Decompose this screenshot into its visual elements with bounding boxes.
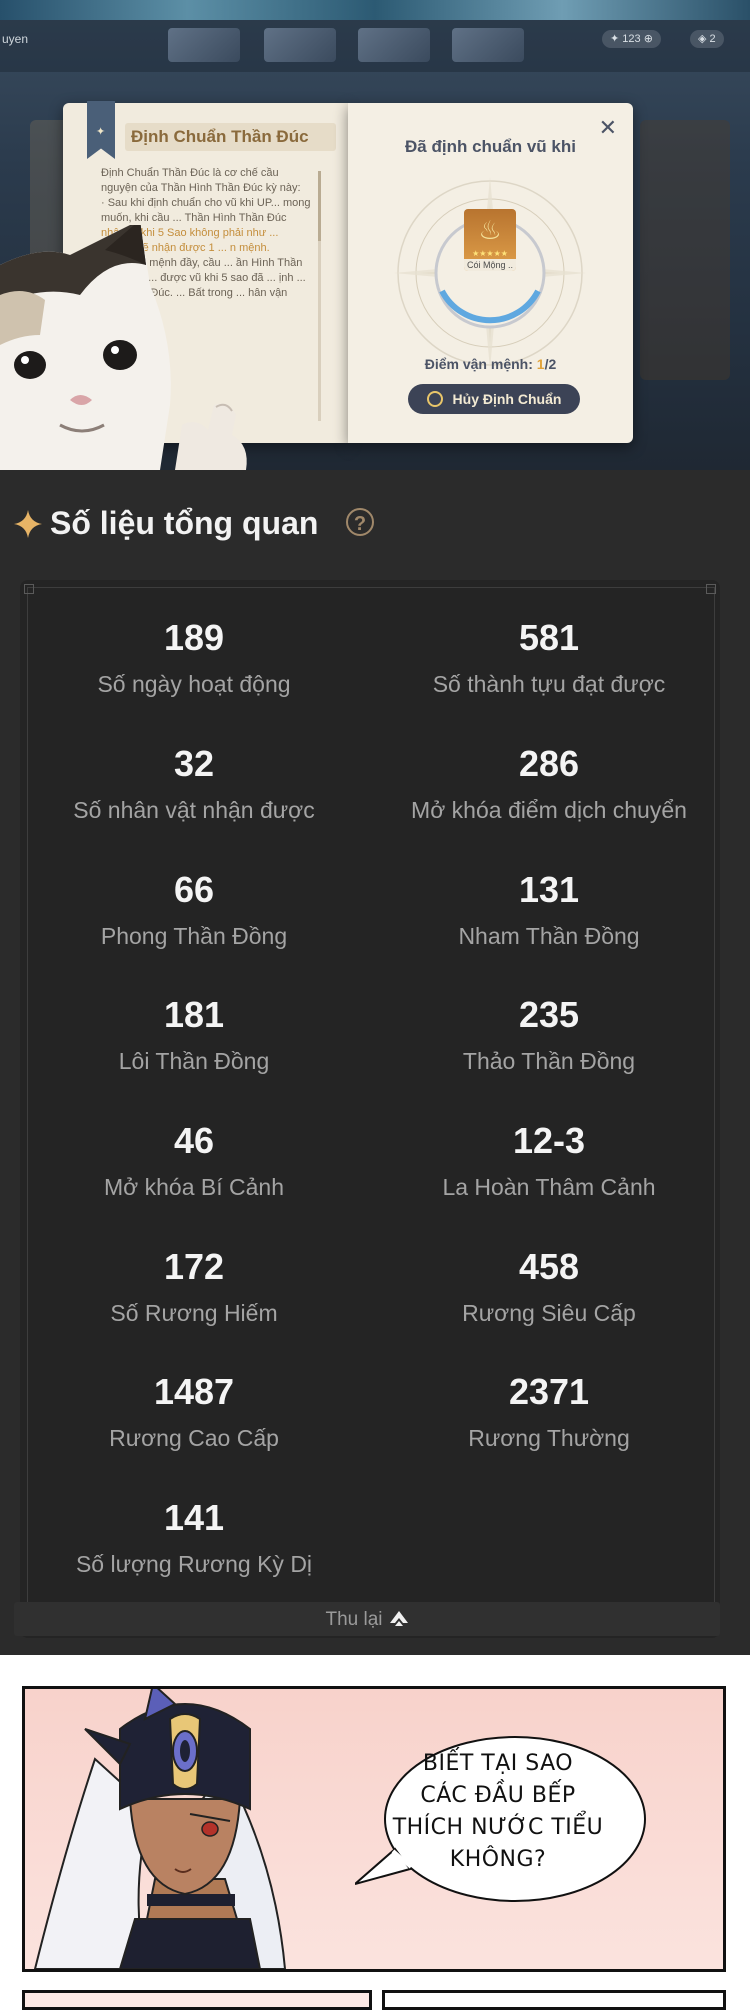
stat-item: 172 Số Rương Hiếm: [14, 1246, 374, 1328]
stat-value: 235: [518, 994, 580, 1035]
stat-value: 286: [518, 743, 580, 784]
character-thumb[interactable]: [168, 28, 240, 62]
stat-value: 141: [163, 1497, 225, 1538]
cancel-epitomize-button[interactable]: Hủy Định Chuẩn: [408, 384, 580, 414]
stat-item: 141 Số lượng Rương Kỳ Dị: [14, 1497, 374, 1579]
collapse-label: Thu lại: [325, 1609, 383, 1630]
stat-label: Số lượng Rương Kỳ Dị: [75, 1551, 313, 1577]
stat-value: 189: [163, 617, 225, 658]
stat-item: 66 Phong Thần Đồng: [14, 869, 374, 951]
stat-item: 32 Số nhân vật nhận được: [14, 743, 374, 825]
stat-value: 12-3: [512, 1120, 586, 1161]
stat-item: 286 Mở khóa điểm dịch chuyển: [369, 743, 729, 825]
stat-label: Số Rương Hiếm: [110, 1300, 278, 1326]
section-title: Số liệu tổng quan: [50, 505, 319, 541]
top-strip: [0, 0, 750, 20]
stat-label: Nham Thần Đồng: [458, 923, 640, 949]
help-icon[interactable]: ?: [346, 508, 374, 536]
frame-corner: [706, 584, 716, 594]
background-banner: [640, 120, 730, 380]
stat-value: 172: [163, 1246, 225, 1287]
stat-value: 32: [173, 743, 215, 784]
topbar-text: uyen: [2, 32, 29, 46]
collapse-button[interactable]: Thu lại: [14, 1602, 720, 1636]
stat-label: Rương Thường: [468, 1425, 630, 1451]
stat-item: 235 Thảo Thần Đồng: [369, 994, 729, 1076]
weapon-name: Cói Mộng ..: [464, 259, 516, 271]
stat-label: Mở khóa điểm dịch chuyển: [411, 797, 687, 823]
stat-item: 581 Số thành tựu đạt được: [369, 617, 729, 699]
game-screenshot: uyen ✦ 123 ⊕ ◈ 2 ✦ Định Chuẩn Thần Đúc Đ…: [0, 0, 750, 470]
stat-label: Lôi Thần Đồng: [118, 1048, 270, 1074]
comic-panel: [22, 1990, 372, 2010]
stat-value: 581: [518, 617, 580, 658]
chevron-up-icon: [389, 1611, 408, 1626]
character-thumb[interactable]: [452, 28, 524, 62]
stat-label: Phong Thần Đồng: [100, 923, 288, 949]
stat-label: Mở khóa Bí Cảnh: [103, 1174, 284, 1200]
character-thumb[interactable]: [264, 28, 336, 62]
stat-value: 1487: [153, 1371, 235, 1412]
left-page-title: Định Chuẩn Thần Đúc: [125, 123, 336, 151]
stat-value: 46: [173, 1120, 215, 1161]
stat-item: 12-3 La Hoàn Thâm Cảnh: [369, 1120, 729, 1202]
crying-cat-thumbs-up-image: [0, 225, 247, 470]
weapon-card[interactable]: ♨ ★★★★★ Cói Mộng ..: [464, 209, 516, 271]
rarity-stars: ★★★★★: [472, 249, 508, 258]
speech-text: BIẾT TẠI SAO CÁC ĐẦU BẾP THÍCH NƯỚC TIỂU…: [392, 1751, 604, 1872]
stat-label: Số thành tựu đạt được: [432, 671, 666, 697]
compass-ornament: [394, 177, 586, 369]
stat-label: Rương Cao Cấp: [109, 1425, 279, 1451]
sparkle-icon: [14, 510, 42, 538]
refresh-icon: [426, 391, 443, 407]
stat-item: 131 Nham Thần Đồng: [369, 869, 729, 951]
lamp-icon: ♨: [478, 215, 502, 245]
stat-label: Số nhân vật nhận được: [73, 797, 315, 823]
stat-label: La Hoàn Thâm Cảnh: [442, 1174, 656, 1200]
stat-label: Rương Siêu Cấp: [462, 1300, 636, 1326]
frame-corner: [24, 584, 34, 594]
currency-counter: ◈ 2: [690, 30, 724, 48]
stat-value: 458: [518, 1246, 580, 1287]
currency-counter: ✦ 123 ⊕: [602, 30, 661, 48]
stat-item: 46 Mở khóa Bí Cảnh: [14, 1120, 374, 1202]
stat-item: 181 Lôi Thần Đồng: [14, 994, 374, 1076]
scrollbar[interactable]: [318, 171, 321, 421]
stat-value: 2371: [508, 1371, 590, 1412]
stat-value: 66: [173, 869, 215, 910]
stat-label: Thảo Thần Đồng: [462, 1048, 636, 1074]
comic-panel: [382, 1990, 726, 2010]
stat-item: 189 Số ngày hoạt động: [14, 617, 374, 699]
stat-item: 1487 Rương Cao Cấp: [14, 1371, 374, 1453]
fate-points: Điểm vận mệnh: 1/2: [424, 356, 557, 372]
book-right-page: ✕ Đã định chuẩn vũ khi ♨ ★★★★★ Cói Mộng …: [348, 103, 633, 443]
stats-card: [20, 580, 720, 1638]
character-thumb[interactable]: [358, 28, 430, 62]
comic-panel: [22, 1686, 726, 1972]
stat-item: 458 Rương Siêu Cấp: [369, 1246, 729, 1328]
stat-value: 181: [163, 994, 225, 1035]
stat-label: Số ngày hoạt động: [97, 671, 291, 697]
bookmark-icon: ✦: [87, 101, 115, 159]
stat-item: 2371 Rương Thường: [369, 1371, 729, 1453]
right-page-title: Đã định chuẩn vũ khi: [405, 137, 576, 156]
stat-value: 131: [518, 869, 580, 910]
